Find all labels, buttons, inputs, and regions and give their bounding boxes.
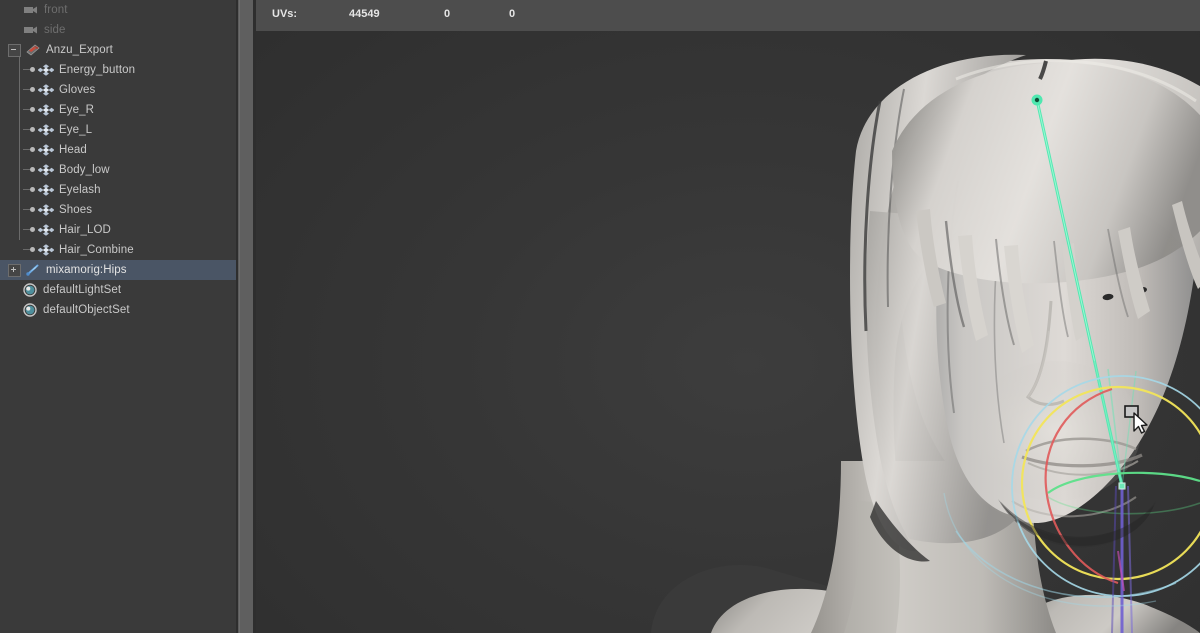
outliner-item-label: Hair_Combine <box>59 244 134 256</box>
outliner-item-label: Eye_L <box>59 124 93 136</box>
mesh-icon-wrap <box>37 83 55 97</box>
outliner-item-label: Body_low <box>59 164 110 176</box>
mesh-icon-wrap <box>37 203 55 217</box>
outliner-scrollbar[interactable] <box>236 0 256 633</box>
mesh-icon-wrap <box>37 63 55 77</box>
mesh-icon <box>37 204 55 216</box>
mesh-icon <box>37 124 55 136</box>
tree-child-connector <box>22 140 38 160</box>
mesh-icon <box>37 64 55 76</box>
outliner-item-side[interactable]: side <box>0 20 236 40</box>
outliner-item-label: mixamorig:Hips <box>46 264 127 276</box>
tree-child-connector <box>22 60 38 80</box>
tree-child-connector <box>22 200 38 220</box>
group-icon-wrap <box>25 43 41 57</box>
mesh-icon-wrap <box>37 183 55 197</box>
3d-viewport[interactable] <box>256 31 1200 633</box>
mesh-icon-wrap <box>37 243 55 257</box>
mesh-icon <box>37 244 55 256</box>
set-icon <box>23 283 37 297</box>
tree-child-connector <box>22 160 38 180</box>
outliner-item-body-low[interactable]: Body_low <box>0 160 236 180</box>
mesh-icon <box>37 144 55 156</box>
joint-icon-wrap <box>25 263 41 277</box>
mesh-icon <box>37 84 55 96</box>
outliner-item-eyelash[interactable]: Eyelash <box>0 180 236 200</box>
outliner-item-hair-combine[interactable]: Hair_Combine <box>0 240 236 260</box>
outliner-item-label: defaultLightSet <box>43 284 122 296</box>
outliner-item-label: Eye_R <box>59 104 95 116</box>
mesh-icon-wrap <box>37 143 55 157</box>
camera-icon-wrap <box>23 23 39 37</box>
scrollbar-thumb[interactable] <box>239 0 253 633</box>
mesh-icon-wrap <box>37 223 55 237</box>
mesh-icon <box>37 224 55 236</box>
set-icon-wrap <box>22 283 38 297</box>
outliner-item-shoes[interactable]: Shoes <box>0 200 236 220</box>
viewport-scene <box>651 54 1200 633</box>
mesh-icon-wrap <box>37 123 55 137</box>
outliner-item-label: side <box>44 24 66 36</box>
outliner-item-defaultlightset[interactable]: defaultLightSet <box>0 280 236 300</box>
outliner-item-energy-button[interactable]: Energy_button <box>0 60 236 80</box>
expand-toggle-collapsed[interactable] <box>8 263 21 277</box>
outliner-item-label: Hair_LOD <box>59 224 111 236</box>
camera-icon <box>24 26 37 34</box>
outliner-item-label: Shoes <box>59 204 93 216</box>
heads-up-display: UVs: 44549 0 0 <box>256 0 1200 31</box>
mesh-icon-wrap <box>37 163 55 177</box>
hud-uvs-third: 0 <box>509 8 516 20</box>
tree-child-connector <box>22 240 38 260</box>
joint-icon <box>26 264 39 276</box>
set-icon-wrap <box>22 303 38 317</box>
outliner-item-label: front <box>44 4 68 16</box>
camera-icon-wrap <box>23 3 39 17</box>
mesh-icon <box>37 164 55 176</box>
camera-icon <box>24 6 37 14</box>
outliner-item-label: Anzu_Export <box>46 44 113 56</box>
outliner-item-defaultobjectset[interactable]: defaultObjectSet <box>0 300 236 320</box>
panel-divider-left <box>236 0 238 633</box>
expand-toggle-expanded[interactable] <box>8 43 21 57</box>
mesh-icon-wrap <box>37 103 55 117</box>
group-icon <box>26 44 40 56</box>
mesh-icon <box>37 104 55 116</box>
hud-uvs-second: 0 <box>444 8 451 20</box>
outliner-item-front[interactable]: front <box>0 0 236 20</box>
hud-uvs-label: UVs: <box>272 8 298 20</box>
outliner-item-eye-l[interactable]: Eye_L <box>0 120 236 140</box>
hud-uvs-total: 44549 <box>349 8 380 20</box>
tree-child-connector <box>22 220 38 240</box>
outliner-item-eye-r[interactable]: Eye_R <box>0 100 236 120</box>
outliner-item-hair-lod[interactable]: Hair_LOD <box>0 220 236 240</box>
outliner-item-head[interactable]: Head <box>0 140 236 160</box>
outliner-item-anzu-export[interactable]: Anzu_Export <box>0 40 236 60</box>
tree-child-connector <box>22 80 38 100</box>
outliner-item-label: Energy_button <box>59 64 136 76</box>
set-icon <box>23 303 37 317</box>
tree-child-connector <box>22 100 38 120</box>
maya-main-window: front side Anzu_Export Energy_button Gloves E… <box>0 0 1200 633</box>
outliner-item-label: defaultObjectSet <box>43 304 130 316</box>
tree-child-connector <box>22 120 38 140</box>
mesh-icon <box>37 184 55 196</box>
outliner-item-gloves[interactable]: Gloves <box>0 80 236 100</box>
outliner-item-label: Eyelash <box>59 184 101 196</box>
tree-child-connector <box>22 180 38 200</box>
outliner-item-mixamorig-hips[interactable]: mixamorig:Hips <box>0 260 236 280</box>
outliner-tree[interactable]: front side Anzu_Export Energy_button Gloves E… <box>0 0 236 320</box>
outliner-panel[interactable]: front side Anzu_Export Energy_button Gloves E… <box>0 0 236 633</box>
outliner-item-label: Head <box>59 144 87 156</box>
outliner-item-label: Gloves <box>59 84 96 96</box>
